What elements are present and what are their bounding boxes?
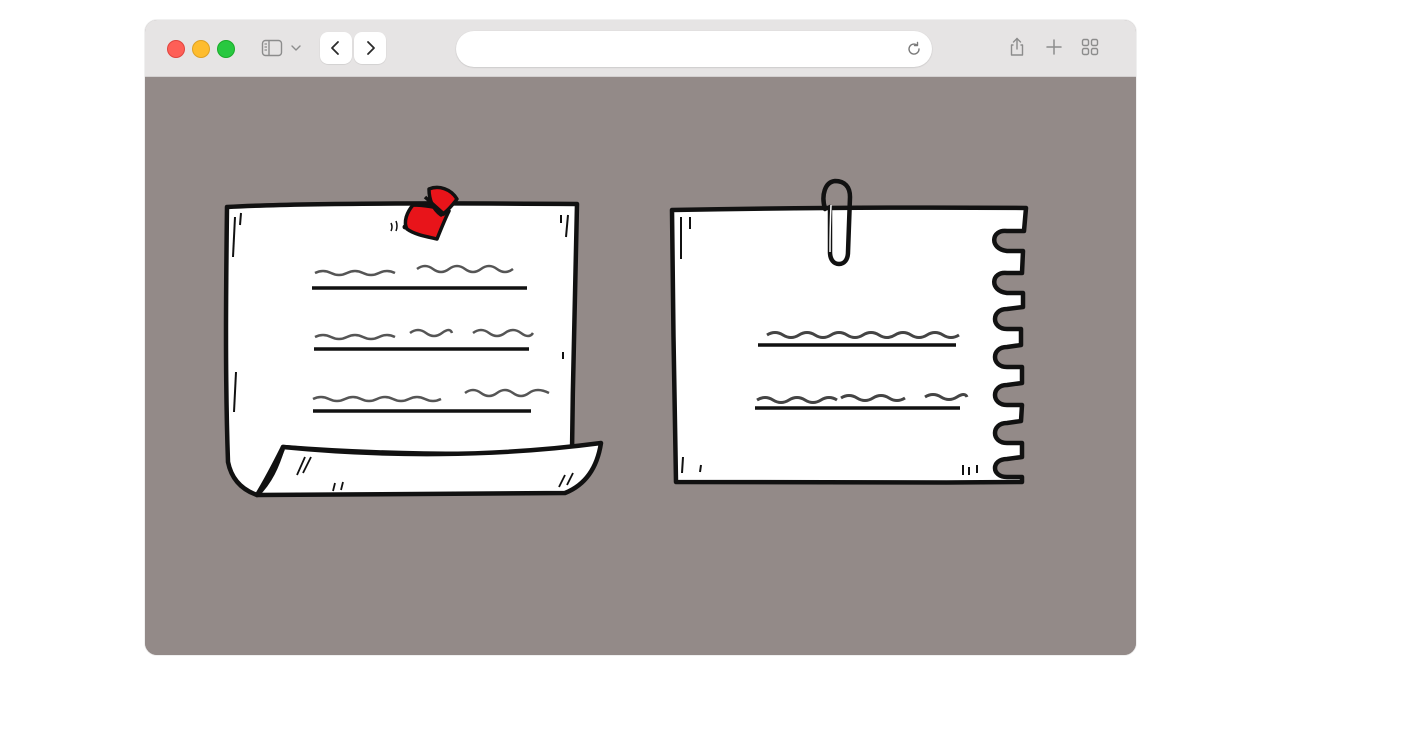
pinned-note-illustration xyxy=(223,201,604,498)
chevron-down-icon[interactable] xyxy=(290,42,302,54)
page-content xyxy=(145,77,1136,655)
forward-arrow-icon xyxy=(367,41,375,55)
address-input[interactable] xyxy=(472,31,896,69)
address-bar[interactable] xyxy=(456,31,932,69)
back-button[interactable] xyxy=(320,32,352,64)
minimize-window-button[interactable] xyxy=(192,40,210,58)
browser-window xyxy=(145,20,1136,655)
back-arrow-icon xyxy=(331,41,339,55)
close-window-button[interactable] xyxy=(167,40,185,58)
forward-button[interactable] xyxy=(354,32,386,64)
zoom-window-button[interactable] xyxy=(217,40,235,58)
notes-illustration xyxy=(223,178,1029,498)
reload-icon[interactable] xyxy=(906,41,922,57)
sidebar-icon[interactable] xyxy=(261,39,283,57)
plus-icon[interactable] xyxy=(1044,37,1064,57)
tab-overview-icon[interactable] xyxy=(1080,37,1100,57)
share-icon[interactable] xyxy=(1007,37,1027,57)
browser-toolbar xyxy=(145,20,1136,77)
